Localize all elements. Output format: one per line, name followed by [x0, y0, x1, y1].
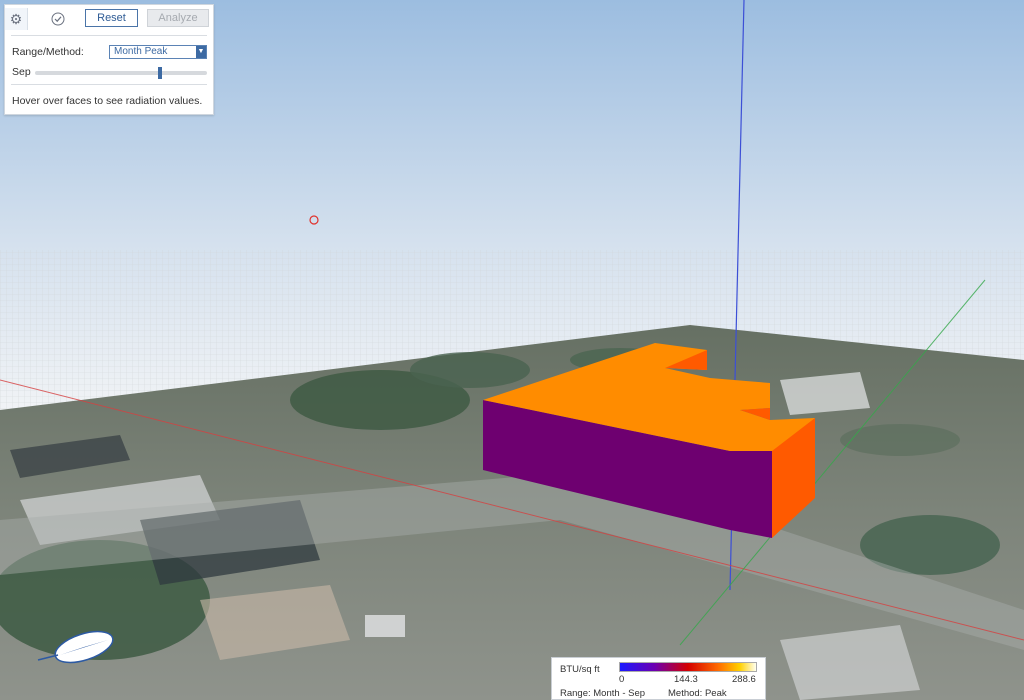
range-method-label: Range/Method:	[12, 46, 84, 58]
radiation-analysis-panel: ⚙ Reset Analyze Range/Method: Month Peak…	[4, 4, 214, 115]
check-circle-icon[interactable]	[47, 8, 69, 30]
legend-tick-max: 288.6	[732, 674, 756, 685]
month-slider-thumb[interactable]	[157, 67, 162, 79]
color-scale-bar	[619, 662, 757, 672]
gear-icon[interactable]: ⚙	[5, 8, 28, 30]
reset-button[interactable]: Reset	[85, 9, 138, 27]
hover-hint: Hover over faces to see radiation values…	[12, 95, 203, 107]
legend-method: Method: Peak	[668, 688, 727, 699]
panel-toolbar: ⚙ Reset Analyze	[5, 5, 213, 32]
legend-unit: BTU/sq ft	[560, 664, 600, 675]
legend-tick-min: 0	[619, 674, 625, 685]
range-method-value: Month Peak	[114, 46, 168, 57]
legend-tick-mid: 144.3	[674, 674, 698, 685]
month-label: Sep	[12, 66, 31, 78]
range-method-select[interactable]: Month Peak ▼	[109, 45, 207, 59]
divider	[11, 84, 207, 85]
radiation-legend: BTU/sq ft 0 144.3 288.6 Range: Month - S…	[551, 657, 766, 700]
chevron-down-icon: ▼	[196, 46, 206, 58]
legend-range: Range: Month - Sep	[560, 688, 646, 699]
analyze-button[interactable]: Analyze	[147, 9, 209, 27]
divider	[11, 35, 207, 36]
month-slider[interactable]	[35, 67, 207, 79]
south-wall-face-right[interactable]	[730, 451, 772, 538]
